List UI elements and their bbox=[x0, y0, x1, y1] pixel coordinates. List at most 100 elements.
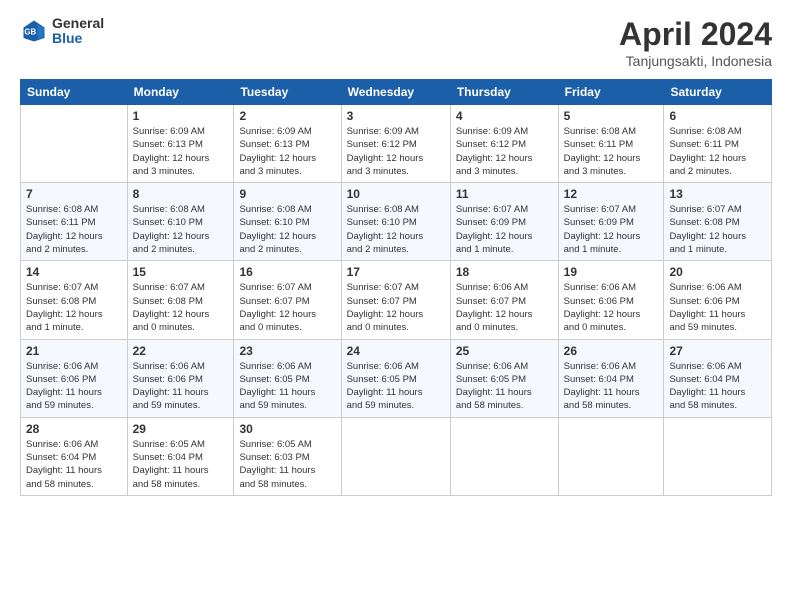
calendar-header-cell: Wednesday bbox=[341, 80, 450, 105]
page: GB General Blue April 2024 Tanjungsakti,… bbox=[0, 0, 792, 612]
day-number: 9 bbox=[239, 187, 335, 201]
day-number: 30 bbox=[239, 422, 335, 436]
calendar-cell: 4 Sunrise: 6:09 AM Sunset: 6:12 PM Daylig… bbox=[450, 105, 558, 183]
calendar-cell bbox=[21, 105, 128, 183]
calendar-cell: 25 Sunrise: 6:06 AM Sunset: 6:05 PM Dayli… bbox=[450, 339, 558, 417]
day-info: Sunrise: 6:06 AM Sunset: 6:05 PM Dayligh… bbox=[347, 360, 445, 413]
day-info: Sunrise: 6:07 AM Sunset: 6:09 PM Dayligh… bbox=[564, 203, 659, 256]
day-info: Sunrise: 6:05 AM Sunset: 6:03 PM Dayligh… bbox=[239, 438, 335, 491]
day-number: 17 bbox=[347, 265, 445, 279]
calendar-cell: 21 Sunrise: 6:06 AM Sunset: 6:06 PM Dayli… bbox=[21, 339, 128, 417]
logo: GB General Blue bbox=[20, 16, 104, 47]
day-number: 23 bbox=[239, 344, 335, 358]
calendar-cell: 22Sunrise: 6:06 AM Sunset: 6:06 PM Dayli… bbox=[127, 339, 234, 417]
day-info: Sunrise: 6:06 AM Sunset: 6:06 PM Dayligh… bbox=[26, 360, 122, 413]
day-number: 6 bbox=[669, 109, 766, 123]
day-number: 19 bbox=[564, 265, 659, 279]
day-number: 10 bbox=[347, 187, 445, 201]
calendar-cell: 16Sunrise: 6:07 AM Sunset: 6:07 PM Dayli… bbox=[234, 261, 341, 339]
calendar-cell bbox=[664, 417, 772, 495]
day-number: 1 bbox=[133, 109, 229, 123]
calendar-cell: 12 Sunrise: 6:07 AM Sunset: 6:09 PM Dayli… bbox=[558, 183, 664, 261]
day-number: 26 bbox=[564, 344, 659, 358]
calendar-cell: 8 Sunrise: 6:08 AM Sunset: 6:10 PM Daylig… bbox=[127, 183, 234, 261]
day-info: Sunrise: 6:06 AM Sunset: 6:04 PM Dayligh… bbox=[564, 360, 659, 413]
day-info: Sunrise: 6:07 AM Sunset: 6:07 PM Dayligh… bbox=[347, 281, 445, 334]
calendar-cell: 27 Sunrise: 6:06 AM Sunset: 6:04 PM Dayli… bbox=[664, 339, 772, 417]
day-info: Sunrise: 6:08 AM Sunset: 6:10 PM Dayligh… bbox=[347, 203, 445, 256]
day-info: Sunrise: 6:06 AM Sunset: 6:04 PM Dayligh… bbox=[669, 360, 766, 413]
calendar-header-cell: Thursday bbox=[450, 80, 558, 105]
day-number: 14 bbox=[26, 265, 122, 279]
day-number: 18 bbox=[456, 265, 553, 279]
day-number: 13 bbox=[669, 187, 766, 201]
day-number: 29 bbox=[133, 422, 229, 436]
calendar-cell bbox=[341, 417, 450, 495]
day-info: Sunrise: 6:06 AM Sunset: 6:05 PM Dayligh… bbox=[239, 360, 335, 413]
calendar-week-row: 14 Sunrise: 6:07 AM Sunset: 6:08 PM Dayli… bbox=[21, 261, 772, 339]
day-number: 24 bbox=[347, 344, 445, 358]
day-info: Sunrise: 6:08 AM Sunset: 6:10 PM Dayligh… bbox=[239, 203, 335, 256]
calendar-cell: 30 Sunrise: 6:05 AM Sunset: 6:03 PM Dayli… bbox=[234, 417, 341, 495]
day-info: Sunrise: 6:08 AM Sunset: 6:10 PM Dayligh… bbox=[133, 203, 229, 256]
day-info: Sunrise: 6:06 AM Sunset: 6:04 PM Dayligh… bbox=[26, 438, 122, 491]
calendar-week-row: 7 Sunrise: 6:08 AM Sunset: 6:11 PM Daylig… bbox=[21, 183, 772, 261]
day-number: 25 bbox=[456, 344, 553, 358]
day-info: Sunrise: 6:07 AM Sunset: 6:09 PM Dayligh… bbox=[456, 203, 553, 256]
calendar-cell bbox=[450, 417, 558, 495]
day-info: Sunrise: 6:08 AM Sunset: 6:11 PM Dayligh… bbox=[669, 125, 766, 178]
day-number: 11 bbox=[456, 187, 553, 201]
calendar-header-cell: Saturday bbox=[664, 80, 772, 105]
day-number: 21 bbox=[26, 344, 122, 358]
day-number: 3 bbox=[347, 109, 445, 123]
day-info: Sunrise: 6:06 AM Sunset: 6:06 PM Dayligh… bbox=[564, 281, 659, 334]
calendar-cell: 26 Sunrise: 6:06 AM Sunset: 6:04 PM Dayli… bbox=[558, 339, 664, 417]
calendar-cell: 15Sunrise: 6:07 AM Sunset: 6:08 PM Dayli… bbox=[127, 261, 234, 339]
calendar-header-row: SundayMondayTuesdayWednesdayThursdayFrid… bbox=[21, 80, 772, 105]
calendar-header-cell: Sunday bbox=[21, 80, 128, 105]
calendar-cell: 3 Sunrise: 6:09 AM Sunset: 6:12 PM Daylig… bbox=[341, 105, 450, 183]
day-info: Sunrise: 6:06 AM Sunset: 6:05 PM Dayligh… bbox=[456, 360, 553, 413]
day-info: Sunrise: 6:08 AM Sunset: 6:11 PM Dayligh… bbox=[26, 203, 122, 256]
day-info: Sunrise: 6:09 AM Sunset: 6:12 PM Dayligh… bbox=[347, 125, 445, 178]
day-info: Sunrise: 6:07 AM Sunset: 6:08 PM Dayligh… bbox=[26, 281, 122, 334]
day-number: 8 bbox=[133, 187, 229, 201]
calendar-cell: 6 Sunrise: 6:08 AM Sunset: 6:11 PM Daylig… bbox=[664, 105, 772, 183]
day-info: Sunrise: 6:07 AM Sunset: 6:08 PM Dayligh… bbox=[133, 281, 229, 334]
calendar-cell: 10 Sunrise: 6:08 AM Sunset: 6:10 PM Dayli… bbox=[341, 183, 450, 261]
calendar-week-row: 1 Sunrise: 6:09 AM Sunset: 6:13 PM Daylig… bbox=[21, 105, 772, 183]
calendar-cell: 5Sunrise: 6:08 AM Sunset: 6:11 PM Daylig… bbox=[558, 105, 664, 183]
title-section: April 2024 Tanjungsakti, Indonesia bbox=[619, 16, 772, 69]
day-number: 5 bbox=[564, 109, 659, 123]
day-number: 12 bbox=[564, 187, 659, 201]
day-number: 27 bbox=[669, 344, 766, 358]
calendar-header-cell: Monday bbox=[127, 80, 234, 105]
calendar-cell: 20 Sunrise: 6:06 AM Sunset: 6:06 PM Dayli… bbox=[664, 261, 772, 339]
calendar-cell: 13 Sunrise: 6:07 AM Sunset: 6:08 PM Dayli… bbox=[664, 183, 772, 261]
day-info: Sunrise: 6:09 AM Sunset: 6:12 PM Dayligh… bbox=[456, 125, 553, 178]
calendar-cell: 17 Sunrise: 6:07 AM Sunset: 6:07 PM Dayli… bbox=[341, 261, 450, 339]
calendar-cell: 29 Sunrise: 6:05 AM Sunset: 6:04 PM Dayli… bbox=[127, 417, 234, 495]
day-number: 16 bbox=[239, 265, 335, 279]
day-number: 20 bbox=[669, 265, 766, 279]
svg-text:GB: GB bbox=[24, 28, 36, 37]
header: GB General Blue April 2024 Tanjungsakti,… bbox=[20, 16, 772, 69]
calendar-week-row: 21 Sunrise: 6:06 AM Sunset: 6:06 PM Dayli… bbox=[21, 339, 772, 417]
calendar-cell: 11 Sunrise: 6:07 AM Sunset: 6:09 PM Dayli… bbox=[450, 183, 558, 261]
day-number: 4 bbox=[456, 109, 553, 123]
calendar-header-cell: Friday bbox=[558, 80, 664, 105]
day-info: Sunrise: 6:09 AM Sunset: 6:13 PM Dayligh… bbox=[239, 125, 335, 178]
calendar-cell: 2 Sunrise: 6:09 AM Sunset: 6:13 PM Daylig… bbox=[234, 105, 341, 183]
calendar-cell: 9 Sunrise: 6:08 AM Sunset: 6:10 PM Daylig… bbox=[234, 183, 341, 261]
day-number: 7 bbox=[26, 187, 122, 201]
calendar-cell: 7 Sunrise: 6:08 AM Sunset: 6:11 PM Daylig… bbox=[21, 183, 128, 261]
day-info: Sunrise: 6:06 AM Sunset: 6:06 PM Dayligh… bbox=[133, 360, 229, 413]
calendar: SundayMondayTuesdayWednesdayThursdayFrid… bbox=[20, 79, 772, 496]
day-number: 2 bbox=[239, 109, 335, 123]
logo-blue: Blue bbox=[52, 31, 104, 46]
calendar-cell: 23 Sunrise: 6:06 AM Sunset: 6:05 PM Dayli… bbox=[234, 339, 341, 417]
day-info: Sunrise: 6:07 AM Sunset: 6:08 PM Dayligh… bbox=[669, 203, 766, 256]
calendar-cell: 18Sunrise: 6:06 AM Sunset: 6:07 PM Dayli… bbox=[450, 261, 558, 339]
day-info: Sunrise: 6:06 AM Sunset: 6:06 PM Dayligh… bbox=[669, 281, 766, 334]
day-info: Sunrise: 6:05 AM Sunset: 6:04 PM Dayligh… bbox=[133, 438, 229, 491]
